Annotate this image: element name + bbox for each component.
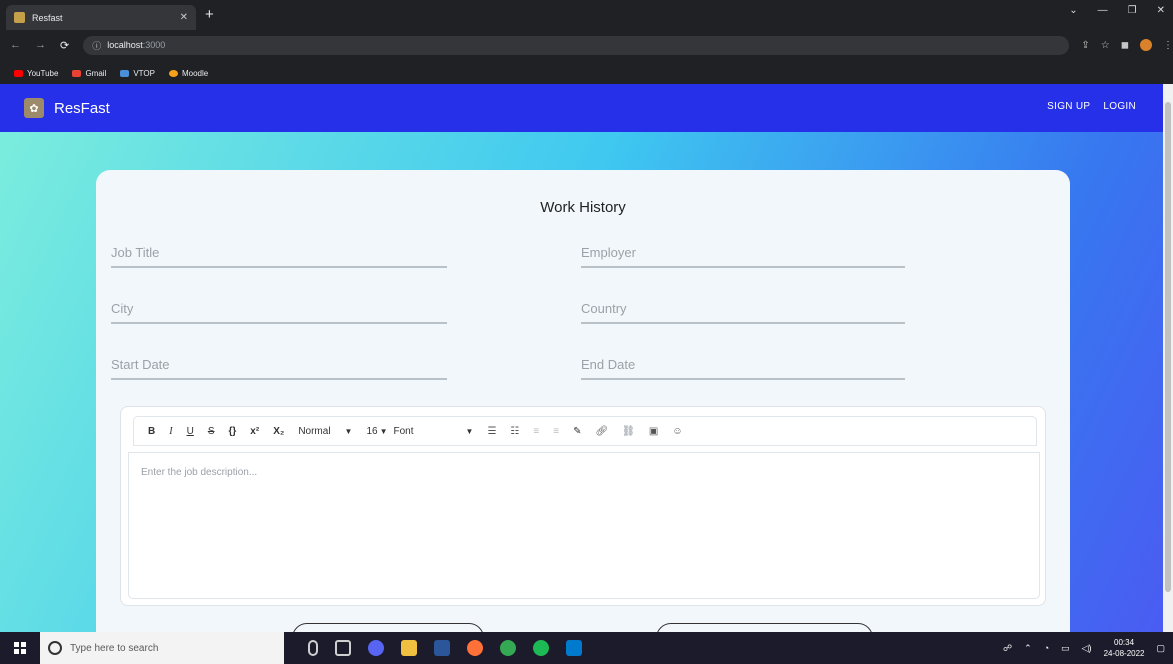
page-scrollbar[interactable] xyxy=(1163,84,1173,632)
strikethrough-button[interactable]: S xyxy=(208,426,215,437)
job-description-textarea[interactable]: Enter the job description... xyxy=(128,452,1040,599)
volume-icon[interactable]: ◁) xyxy=(1082,643,1092,654)
heading-select[interactable]: Normal ▼ xyxy=(298,426,352,437)
info-icon[interactable]: ⓘ xyxy=(92,39,101,52)
superscript-button[interactable]: x² xyxy=(250,426,259,437)
network-icon[interactable]: ◔ xyxy=(1044,643,1049,653)
font-family-select[interactable]: Font ▼ xyxy=(394,426,474,437)
country-input[interactable]: Country xyxy=(581,294,905,324)
signup-link[interactable]: SIGN UP xyxy=(1047,101,1090,112)
mic-icon[interactable] xyxy=(308,640,318,656)
bookmark-youtube[interactable]: YouTube xyxy=(14,69,58,78)
gmail-icon xyxy=(72,69,82,77)
bookmark-moodle[interactable]: Moodle xyxy=(168,69,208,78)
address-port: :3000 xyxy=(142,40,166,50)
chevron-down-icon: ▼ xyxy=(344,426,353,436)
favicon-icon xyxy=(14,12,25,23)
link-icon[interactable]: 🔗︎ xyxy=(595,426,608,437)
job-title-input[interactable]: Job Title xyxy=(111,238,447,268)
share-icon[interactable]: ⇪ xyxy=(1081,40,1089,51)
discord-icon[interactable] xyxy=(368,640,384,656)
word-icon[interactable] xyxy=(434,640,450,656)
employer-input[interactable]: Employer xyxy=(581,238,905,268)
emoji-icon[interactable]: ☺ xyxy=(672,426,682,437)
tab-close-icon[interactable]: ✕ xyxy=(180,12,188,23)
chrome-icon[interactable] xyxy=(500,640,516,656)
page-viewport: ✿ ResFast SIGN UP LOGIN Work History Job… xyxy=(0,84,1163,632)
bookmark-gmail[interactable]: Gmail xyxy=(72,69,106,78)
notifications-icon[interactable]: ▢ xyxy=(1156,643,1165,654)
color-pen-icon[interactable]: ✎ xyxy=(573,426,581,437)
ordered-list-icon[interactable]: ☷ xyxy=(510,426,519,437)
chevron-down-icon: ▼ xyxy=(465,426,474,436)
taskbar-search[interactable]: Type here to search xyxy=(40,632,284,664)
indent-icon[interactable]: ≡ xyxy=(533,426,539,437)
rich-text-editor: B I U S {} x² X₂ Normal ▼ 16 ▼ Font ▼ ☰ ☷ ≡… xyxy=(120,406,1046,606)
bookmark-vtop[interactable]: VTOP xyxy=(120,69,155,78)
file-explorer-icon[interactable] xyxy=(401,640,417,656)
scrollbar-thumb[interactable] xyxy=(1165,102,1171,592)
youtube-icon xyxy=(14,69,23,77)
address-host: localhost xyxy=(107,40,143,50)
subscript-button[interactable]: X₂ xyxy=(273,426,284,437)
work-history-card: Work History Job Title Employer City Cou… xyxy=(96,170,1070,632)
cortana-icon xyxy=(48,641,62,655)
chevron-down-icon: ▼ xyxy=(379,426,388,436)
tab-title: Resfast xyxy=(32,12,63,23)
back-arrow-icon[interactable]: ← xyxy=(10,39,21,52)
firefox-icon[interactable] xyxy=(467,640,483,656)
code-button[interactable]: {} xyxy=(228,426,236,437)
task-view-icon[interactable] xyxy=(335,640,351,656)
underline-button[interactable]: U xyxy=(187,426,194,437)
app-navbar: ✿ ResFast SIGN UP LOGIN xyxy=(0,84,1163,132)
vtop-icon xyxy=(120,69,130,77)
back-button[interactable] xyxy=(292,623,484,632)
windows-start-icon[interactable] xyxy=(14,642,26,654)
forward-arrow-icon[interactable]: → xyxy=(35,39,46,52)
end-date-input[interactable]: End Date xyxy=(581,350,905,380)
bookmark-star-icon[interactable]: ☆ xyxy=(1101,40,1110,51)
browser-tab[interactable]: Resfast ✕ xyxy=(6,5,196,30)
profile-avatar[interactable] xyxy=(1140,39,1152,51)
image-icon[interactable]: ▣ xyxy=(649,426,658,437)
menu-kebab-icon[interactable]: ⋮ xyxy=(1163,40,1173,51)
extensions-area: ⇪ ☆ ◼ ⋮ xyxy=(1081,39,1173,51)
outdent-icon[interactable]: ≡ xyxy=(553,426,559,437)
spotify-icon[interactable] xyxy=(533,640,549,656)
bullet-list-icon[interactable]: ☰ xyxy=(487,426,496,437)
close-window-button[interactable]: ✕ xyxy=(1157,5,1165,16)
windows-taskbar: Type here to search ☍ ⌃ ◔ ▭ ◁) 00:34 24-… xyxy=(0,632,1173,664)
maximize-button[interactable]: ❐ xyxy=(1128,5,1137,16)
vscode-icon[interactable] xyxy=(566,640,582,656)
minimize-button[interactable]: — xyxy=(1098,5,1108,16)
battery-icon[interactable]: ▭ xyxy=(1061,643,1070,654)
bold-button[interactable]: B xyxy=(148,426,155,437)
people-icon[interactable]: ☍ xyxy=(1003,643,1012,654)
city-input[interactable]: City xyxy=(111,294,447,324)
italic-button[interactable]: I xyxy=(169,426,172,437)
next-button[interactable] xyxy=(656,623,873,632)
reload-icon[interactable]: ⟳ xyxy=(60,39,69,52)
page-title: Work History xyxy=(540,199,626,216)
address-row: ← → ⟳ ⓘ localhost :3000 ⇪ ☆ ◼ ⋮ xyxy=(0,34,1173,56)
brand-name[interactable]: ResFast xyxy=(54,100,110,117)
font-size-select[interactable]: 16 ▼ xyxy=(366,426,387,437)
editor-toolbar: B I U S {} x² X₂ Normal ▼ 16 ▼ Font ▼ ☰ ☷ ≡… xyxy=(133,416,1037,446)
address-bar[interactable]: ⓘ localhost :3000 xyxy=(83,35,1070,55)
brand-logo-icon[interactable]: ✿ xyxy=(24,98,44,118)
extension-icon[interactable]: ◼ xyxy=(1121,40,1129,51)
taskbar-apps xyxy=(308,640,582,656)
start-date-input[interactable]: Start Date xyxy=(111,350,447,380)
system-tray: ☍ ⌃ ◔ ▭ ◁) 00:34 24-08-2022 ▢ xyxy=(1003,632,1165,664)
moodle-icon xyxy=(168,69,178,77)
unlink-icon[interactable]: ⛓ xyxy=(622,426,635,437)
bookmarks-bar: YouTube Gmail VTOP Moodle xyxy=(0,62,1173,84)
browser-chrome: Resfast ✕ + ⌄ — ❐ ✕ ← → ⟳ ⓘ localhost :3… xyxy=(0,0,1173,62)
tray-chevron-icon[interactable]: ⌃ xyxy=(1024,643,1032,654)
login-link[interactable]: LOGIN xyxy=(1103,101,1136,112)
window-controls: ⌄ — ❐ ✕ xyxy=(1069,5,1165,16)
new-tab-button[interactable]: + xyxy=(205,6,214,23)
taskbar-clock[interactable]: 00:34 24-08-2022 xyxy=(1104,637,1145,659)
tab-search-icon[interactable]: ⌄ xyxy=(1069,5,1077,16)
